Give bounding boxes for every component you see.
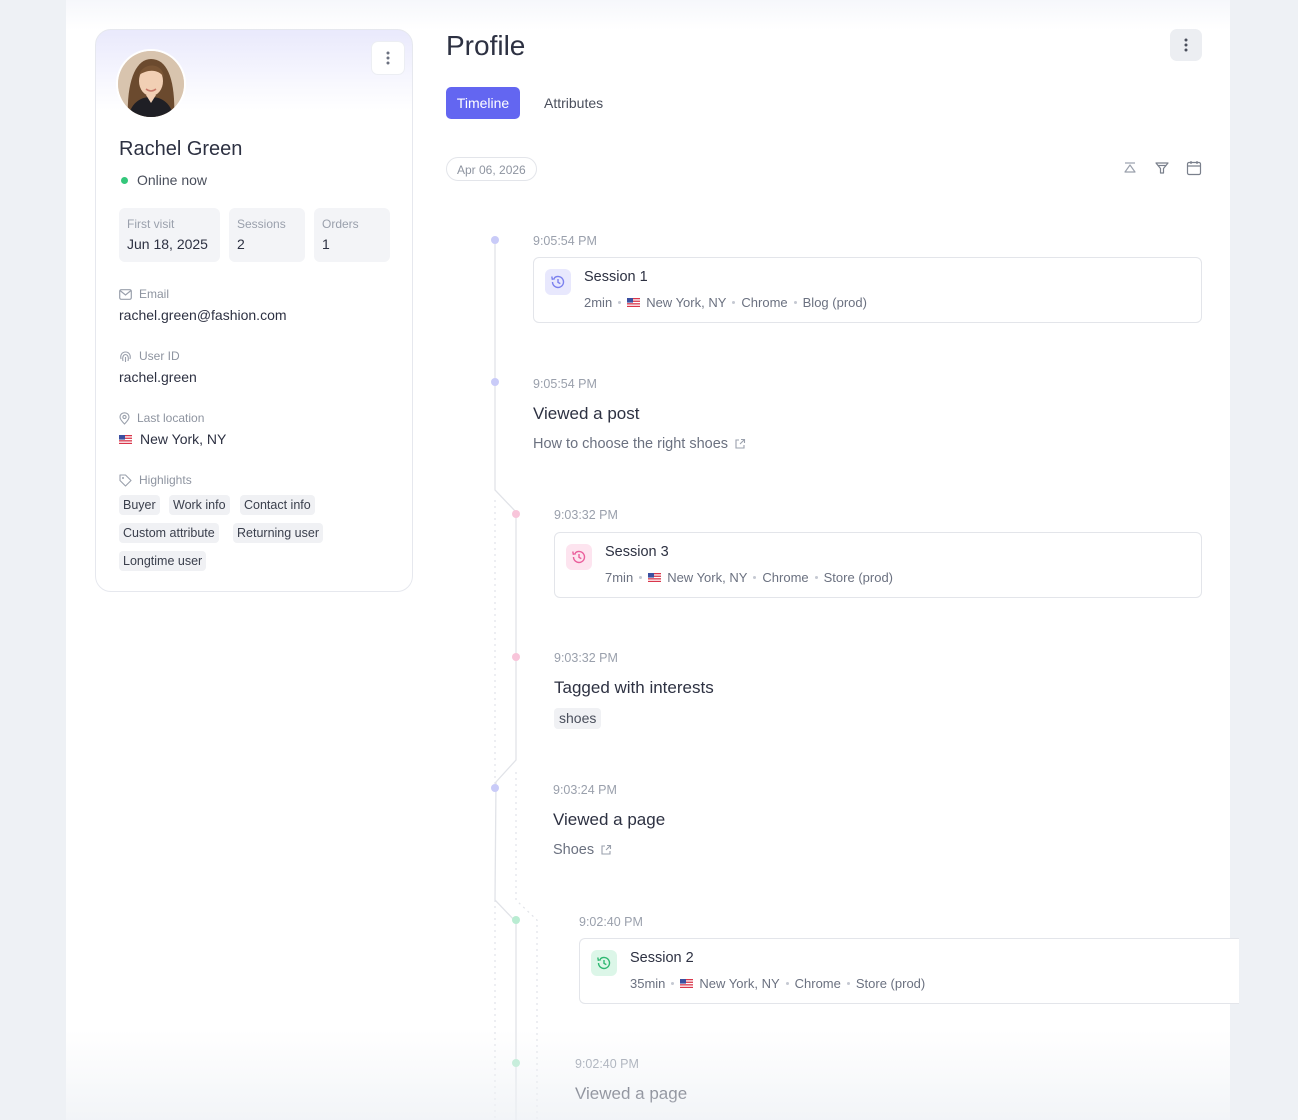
event-time: 9:02:40 PM — [575, 1057, 639, 1071]
history-icon — [597, 956, 611, 970]
event-time: 9:03:32 PM — [554, 651, 618, 665]
external-link-icon — [735, 438, 746, 449]
session-location: New York, NY — [699, 976, 780, 991]
external-link-icon — [601, 844, 612, 855]
event-title: Viewed a page — [575, 1084, 688, 1103]
history-icon — [572, 550, 586, 564]
session-browser: Chrome — [741, 295, 788, 310]
us-flag-icon — [648, 573, 662, 582]
session-card[interactable]: Session 2 35min New York, NY Chrome Stor… — [579, 938, 1239, 1004]
session-card[interactable]: Session 3 7min New York, NY Chrome Store… — [554, 532, 1202, 598]
session-duration: 7min — [605, 570, 634, 585]
session-site: Store (prod) — [855, 976, 926, 991]
session-title: Session 3 — [605, 544, 669, 560]
event-time: 9:02:40 PM — [579, 915, 643, 929]
session-duration: 35min — [630, 976, 666, 991]
post-link[interactable]: How to choose the right shoes — [533, 436, 746, 452]
session-duration: 2min — [584, 295, 613, 310]
session-location: New York, NY — [667, 570, 748, 585]
session-title: Session 1 — [584, 269, 648, 285]
session-browser: Chrome — [794, 976, 841, 991]
session-site: Store (prod) — [823, 570, 894, 585]
event-time: 9:03:24 PM — [553, 783, 617, 797]
session-meta: 35min New York, NY Chrome Store (prod) — [630, 976, 925, 991]
interest-chip[interactable]: shoes — [554, 708, 602, 729]
us-flag-icon — [627, 298, 641, 307]
session-browser: Chrome — [762, 570, 809, 585]
session-icon — [566, 544, 592, 570]
session-location: New York, NY — [646, 295, 727, 310]
app-container: Rachel Green Online now First visit Jun … — [66, 0, 1239, 1120]
session-icon — [591, 950, 617, 976]
page-link[interactable]: Shoes — [553, 842, 612, 858]
session-icon — [545, 269, 571, 295]
post-link-label: How to choose the right shoes — [533, 436, 729, 452]
session-meta: 7min New York, NY Chrome Store (prod) — [605, 570, 893, 585]
event-title: Viewed a page — [553, 810, 666, 829]
event-time: 9:05:54 PM — [533, 377, 597, 391]
history-icon — [551, 275, 565, 289]
event-title: Viewed a post — [533, 404, 640, 423]
event-time: 9:03:32 PM — [554, 508, 618, 522]
event-title: Tagged with interests — [554, 678, 714, 697]
session-site: Blog (prod) — [802, 295, 867, 310]
session-meta: 2min New York, NY Chrome Blog (prod) — [584, 295, 867, 310]
event-time: 9:05:54 PM — [533, 234, 597, 248]
us-flag-icon — [680, 979, 694, 988]
session-title: Session 2 — [630, 950, 694, 966]
page-link-label: Shoes — [553, 842, 595, 858]
session-card[interactable]: Session 1 2min New York, NY Chrome Blog … — [533, 257, 1202, 323]
window-frame: Rachel Green Online now First visit Jun … — [0, 0, 1298, 1120]
